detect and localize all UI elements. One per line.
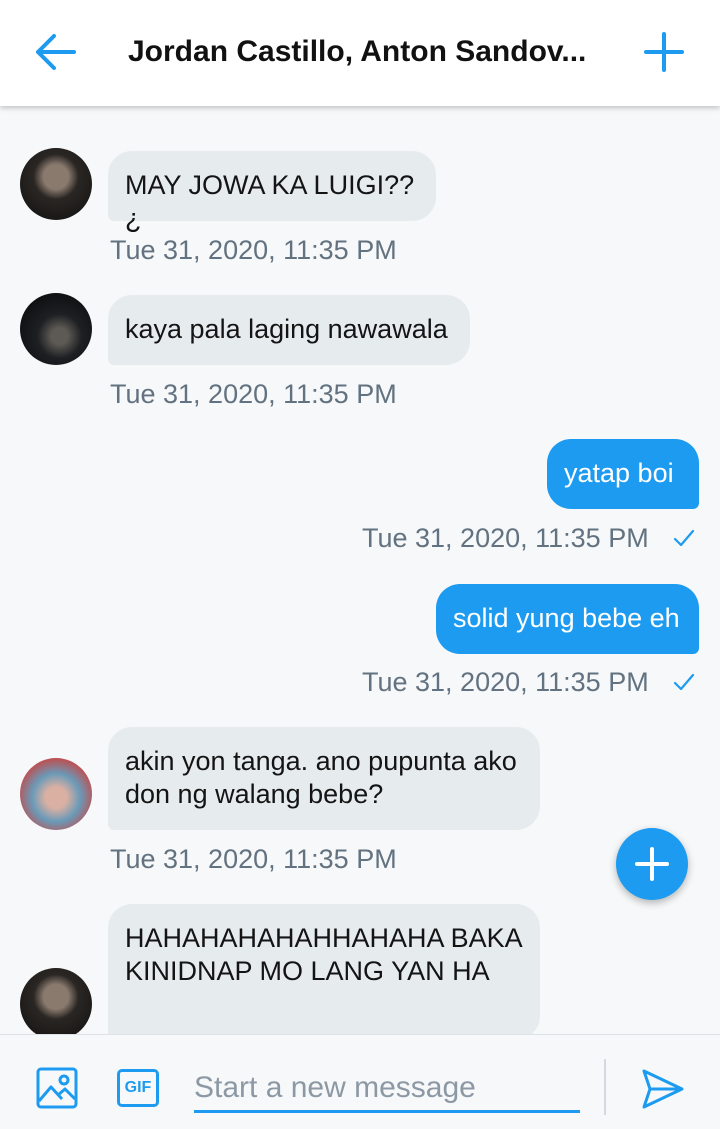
incoming-message-bubble[interactable]: MAY JOWA KA LUIGI??¿	[108, 151, 436, 233]
send-button[interactable]	[640, 1067, 686, 1111]
conversation-header: Jordan Castillo, Anton Sandov...	[0, 0, 720, 106]
add-image-button[interactable]	[34, 1065, 80, 1111]
outgoing-message-bubble[interactable]: solid yung bebe eh	[436, 584, 699, 654]
back-button[interactable]	[32, 30, 80, 74]
message-timestamp: Tue 31, 2020, 11:35 PM	[110, 379, 397, 409]
incoming-message-bubble[interactable]: kaya pala laging nawawala	[108, 295, 470, 365]
message-input[interactable]	[194, 1065, 580, 1113]
plus-icon	[635, 847, 669, 881]
check-icon	[673, 529, 695, 547]
avatar[interactable]	[20, 148, 92, 220]
arrow-left-icon	[36, 34, 76, 70]
message-composer: GIF	[0, 1034, 720, 1129]
outgoing-message-bubble[interactable]: yatap boi	[547, 439, 699, 509]
message-timestamp: Tue 31, 2020, 11:35 PM	[362, 667, 649, 697]
gif-button[interactable]: GIF	[117, 1069, 159, 1107]
incoming-message-bubble[interactable]: akin yon tanga. ano pupunta ako don ng w…	[108, 727, 540, 830]
image-icon	[36, 1067, 78, 1109]
avatar[interactable]	[20, 968, 92, 1034]
incoming-message-bubble[interactable]: HAHAHAHAHAHHAHAHA BAKA KINIDNAP MO LANG …	[108, 904, 540, 1034]
message-timestamp: Tue 31, 2020, 11:35 PM	[110, 844, 397, 874]
message-timestamp: Tue 31, 2020, 11:35 PM	[362, 523, 649, 553]
plus-icon	[644, 32, 684, 72]
message-list[interactable]: MAY JOWA KA LUIGI??¿ Tue 31, 2020, 11:35…	[0, 106, 720, 1034]
add-participant-button[interactable]	[640, 28, 688, 76]
send-icon	[642, 1069, 684, 1109]
check-icon	[673, 673, 695, 691]
message-timestamp: Tue 31, 2020, 11:35 PM	[110, 235, 397, 265]
compose-fab-button[interactable]	[616, 828, 688, 900]
conversation-title[interactable]: Jordan Castillo, Anton Sandov...	[128, 34, 598, 70]
avatar[interactable]	[20, 293, 92, 365]
avatar[interactable]	[20, 758, 92, 830]
composer-divider	[604, 1059, 606, 1115]
